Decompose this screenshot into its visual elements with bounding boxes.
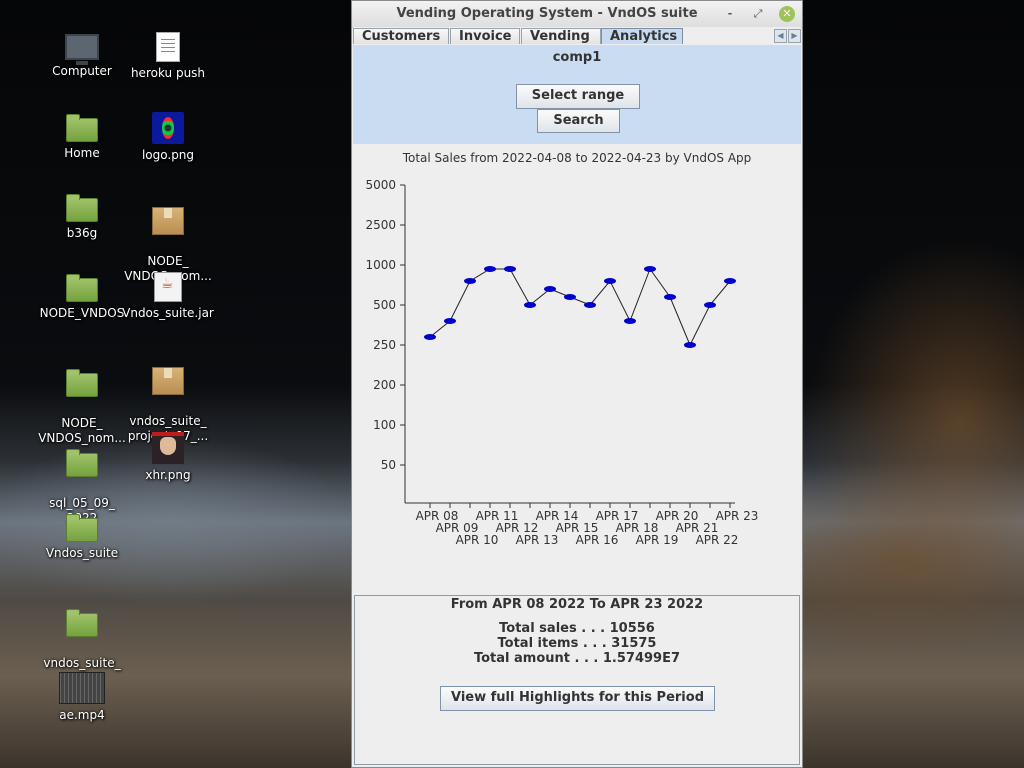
data-point xyxy=(444,318,456,324)
y-tick-label: 2500 xyxy=(365,218,396,232)
company-name: comp1 xyxy=(552,50,602,65)
tab-scroll-left-icon[interactable]: ◀ xyxy=(774,29,787,43)
tab-bar: Customers Invoice Vending Analytics ◀ ▶ xyxy=(353,27,801,45)
select-range-button[interactable]: Select range xyxy=(516,84,640,109)
data-point xyxy=(464,278,476,284)
desktop-icon-label: xhr.png xyxy=(145,468,191,482)
x-tick-label: APR 19 xyxy=(636,533,679,547)
window-titlebar[interactable]: Vending Operating System - VndOS suite -… xyxy=(352,1,802,28)
y-tick-label: 250 xyxy=(373,338,396,352)
data-point xyxy=(584,302,596,308)
data-point xyxy=(504,266,516,272)
range-panel: comp1 Select range Search xyxy=(353,45,801,144)
data-point xyxy=(664,294,676,300)
summary-panel: From APR 08 2022 To APR 23 2022 Total sa… xyxy=(354,595,800,765)
folder-icon xyxy=(66,514,98,542)
archive-icon xyxy=(152,367,184,395)
desktop-icon-home[interactable]: Home xyxy=(34,112,130,161)
desktop-icon-ae-mp4[interactable]: ae.mp4 xyxy=(34,672,130,723)
data-point xyxy=(684,342,696,348)
y-tick-label: 50 xyxy=(381,458,396,472)
desktop-icon-b36g[interactable]: b36g xyxy=(34,192,130,241)
minimize-button[interactable]: - xyxy=(722,6,738,22)
tab-vending[interactable]: Vending xyxy=(521,28,601,44)
image-file-icon xyxy=(152,432,184,464)
desktop-icon-label: logo.png xyxy=(141,148,195,162)
tab-invoice[interactable]: Invoice xyxy=(450,28,520,44)
data-point xyxy=(424,334,436,340)
tab-customers[interactable]: Customers xyxy=(353,28,449,44)
desktop-icon-vndos-suite[interactable]: Vndos_suite xyxy=(34,512,130,561)
x-tick-label: APR 10 xyxy=(456,533,499,547)
desktop-icon-vndos-suite-jar[interactable]: Vndos_suite.jar xyxy=(120,272,216,321)
data-point xyxy=(544,286,556,292)
y-tick-label: 5000 xyxy=(365,178,396,192)
folder-icon xyxy=(66,609,98,637)
y-tick-label: 100 xyxy=(373,418,396,432)
desktop-icon-label: b36g xyxy=(66,226,98,240)
summary-total-items: Total items . . . 31575 xyxy=(497,636,657,651)
desktop-icon-computer[interactable]: Computer xyxy=(34,34,130,79)
x-tick-label: APR 13 xyxy=(516,533,559,547)
desktop-icon-label: ae.mp4 xyxy=(59,708,105,722)
search-button[interactable]: Search xyxy=(537,109,620,133)
video-file-icon xyxy=(59,672,105,704)
home-folder-icon xyxy=(66,114,98,142)
desktop-icon-label: heroku push xyxy=(130,66,206,80)
desktop-icon-node-vndos-archive[interactable]: NODE_ VNDOS_nom... xyxy=(120,192,216,284)
image-file-icon xyxy=(152,112,184,144)
data-point xyxy=(624,318,636,324)
desktop-icon-vndos-suite-project-archive[interactable]: vndos_suite_ project_07_... xyxy=(120,352,216,444)
archive-icon xyxy=(152,207,184,235)
text-file-icon xyxy=(156,32,180,62)
folder-icon xyxy=(66,274,98,302)
summary-period: From APR 08 2022 To APR 23 2022 xyxy=(450,597,704,612)
app-window: Vending Operating System - VndOS suite -… xyxy=(351,0,803,768)
java-jar-icon xyxy=(154,272,182,302)
desktop-icon-xhr-png[interactable]: xhr.png xyxy=(120,432,216,483)
folder-icon xyxy=(66,449,98,477)
x-tick-label: APR 22 xyxy=(696,533,739,547)
x-tick-label: APR 16 xyxy=(576,533,619,547)
y-tick-label: 500 xyxy=(373,298,396,312)
view-highlights-button[interactable]: View full Highlights for this Period xyxy=(440,686,715,711)
window-title: Vending Operating System - VndOS suite xyxy=(396,6,698,21)
tab-scroll-right-icon[interactable]: ▶ xyxy=(788,29,801,43)
x-tick-label: APR 23 xyxy=(716,509,759,523)
desktop-icon-label: Vndos_suite.jar xyxy=(122,306,214,320)
summary-total-sales: Total sales . . . 10556 xyxy=(499,621,655,636)
desktop-icon-label: Home xyxy=(64,146,100,160)
tab-analytics[interactable]: Analytics xyxy=(601,28,683,44)
maximize-button[interactable]: ⤢ xyxy=(750,6,766,22)
chart-title: Total Sales from 2022-04-08 to 2022-04-2… xyxy=(402,151,752,165)
data-point xyxy=(484,266,496,272)
folder-icon xyxy=(66,369,98,397)
y-tick-label: 1000 xyxy=(365,258,396,272)
data-point xyxy=(604,278,616,284)
desktop-icon-node-vndos[interactable]: NODE_VNDOS xyxy=(34,272,130,321)
desktop-icon-heroku-push[interactable]: heroku push xyxy=(120,32,216,81)
desktop-icon-label: NODE_VNDOS xyxy=(39,306,125,320)
sales-line-chart: 50002500100050025020010050APR 08APR 09AP… xyxy=(365,178,759,547)
data-point xyxy=(644,266,656,272)
summary-total-amount: Total amount . . . 1.57499E7 xyxy=(473,651,681,666)
desktop-icon-label: Vndos_suite xyxy=(45,546,119,560)
data-point xyxy=(704,302,716,308)
data-point xyxy=(724,278,736,284)
y-tick-label: 200 xyxy=(373,378,396,392)
folder-icon xyxy=(66,194,98,222)
desktop-icon-label: Computer xyxy=(52,64,112,78)
computer-icon xyxy=(65,34,99,65)
desktop-icon-logo-png[interactable]: logo.png xyxy=(120,112,216,163)
data-point xyxy=(564,294,576,300)
data-point xyxy=(524,302,536,308)
close-button[interactable]: ✕ xyxy=(779,6,795,22)
